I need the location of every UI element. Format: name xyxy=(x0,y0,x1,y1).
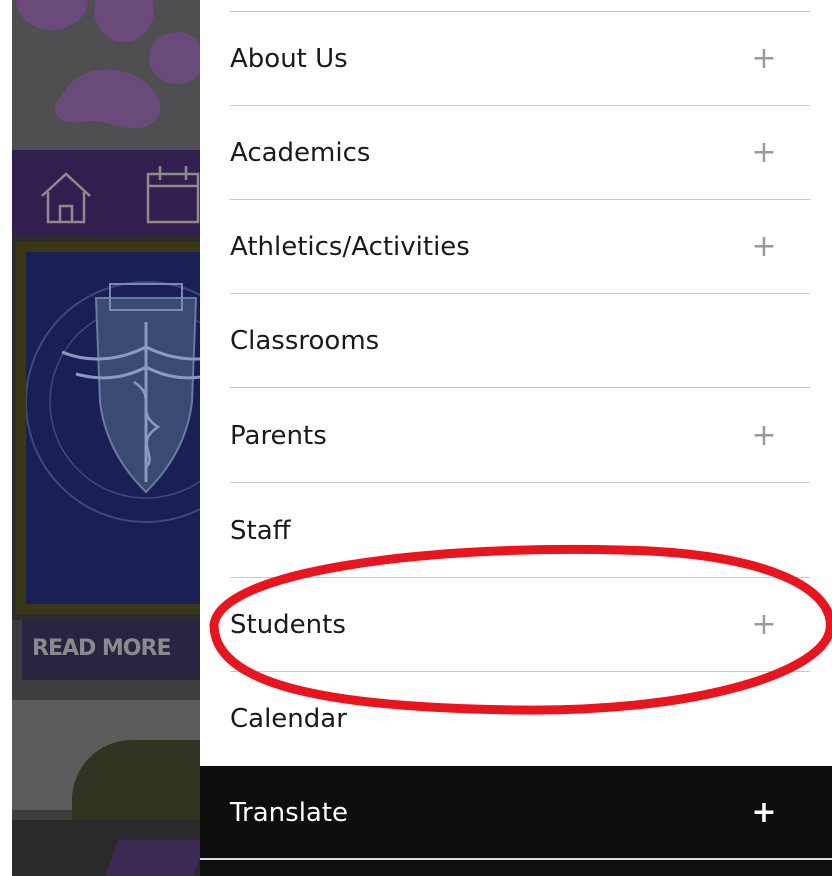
left-margin xyxy=(0,0,12,876)
menu-item-about-us[interactable]: About Us + xyxy=(200,12,832,106)
menu-item-label: Students xyxy=(230,610,346,640)
read-more-label: READ MORE xyxy=(32,636,171,661)
campus-banner xyxy=(105,840,200,876)
translate-expand-plus-icon[interactable]: + xyxy=(749,766,779,860)
navigation-drawer: About Us + Academics + Athletics/Activit… xyxy=(200,0,832,876)
background-page-overlay[interactable] xyxy=(12,0,200,876)
quick-links-bar xyxy=(12,150,200,236)
drawer-bottom-bar xyxy=(200,860,832,876)
menu-item-label: Academics xyxy=(230,138,371,168)
expand-plus-icon[interactable]: + xyxy=(749,200,779,294)
menu-divider xyxy=(230,482,810,483)
menu-item-parents[interactable]: Parents + xyxy=(200,389,832,483)
news-card xyxy=(12,236,200,620)
menu-item-academics[interactable]: Academics + xyxy=(200,106,832,200)
expand-plus-icon[interactable]: + xyxy=(749,106,779,200)
paw-icon xyxy=(16,0,200,129)
menu-divider xyxy=(230,387,810,388)
menu-item-label: About Us xyxy=(230,44,348,74)
news-poster xyxy=(16,242,200,614)
menu-item-athletics-activities[interactable]: Athletics/Activities + xyxy=(200,200,832,294)
menu-item-staff[interactable]: Staff xyxy=(200,484,832,578)
expand-plus-icon[interactable]: + xyxy=(749,578,779,672)
translate-menu-item[interactable]: Translate + xyxy=(200,766,832,860)
menu-item-label: Classrooms xyxy=(230,326,380,356)
hero-banner xyxy=(12,0,200,150)
menu-item-students[interactable]: Students + xyxy=(200,578,832,672)
menu-item-calendar[interactable]: Calendar xyxy=(200,672,832,766)
menu-item-label: Parents xyxy=(230,421,327,451)
calendar-icon[interactable] xyxy=(142,160,200,230)
menu-item-label: Staff xyxy=(230,516,291,546)
bst-academy-seal xyxy=(26,252,200,604)
translate-label: Translate xyxy=(230,798,349,828)
menu-item-label: Calendar xyxy=(230,704,347,734)
expand-plus-icon[interactable]: + xyxy=(749,389,779,483)
expand-plus-icon[interactable]: + xyxy=(749,12,779,106)
home-icon[interactable] xyxy=(36,162,96,232)
menu-item-label: Athletics/Activities xyxy=(230,232,470,262)
menu-item-classrooms[interactable]: Classrooms xyxy=(200,294,832,388)
